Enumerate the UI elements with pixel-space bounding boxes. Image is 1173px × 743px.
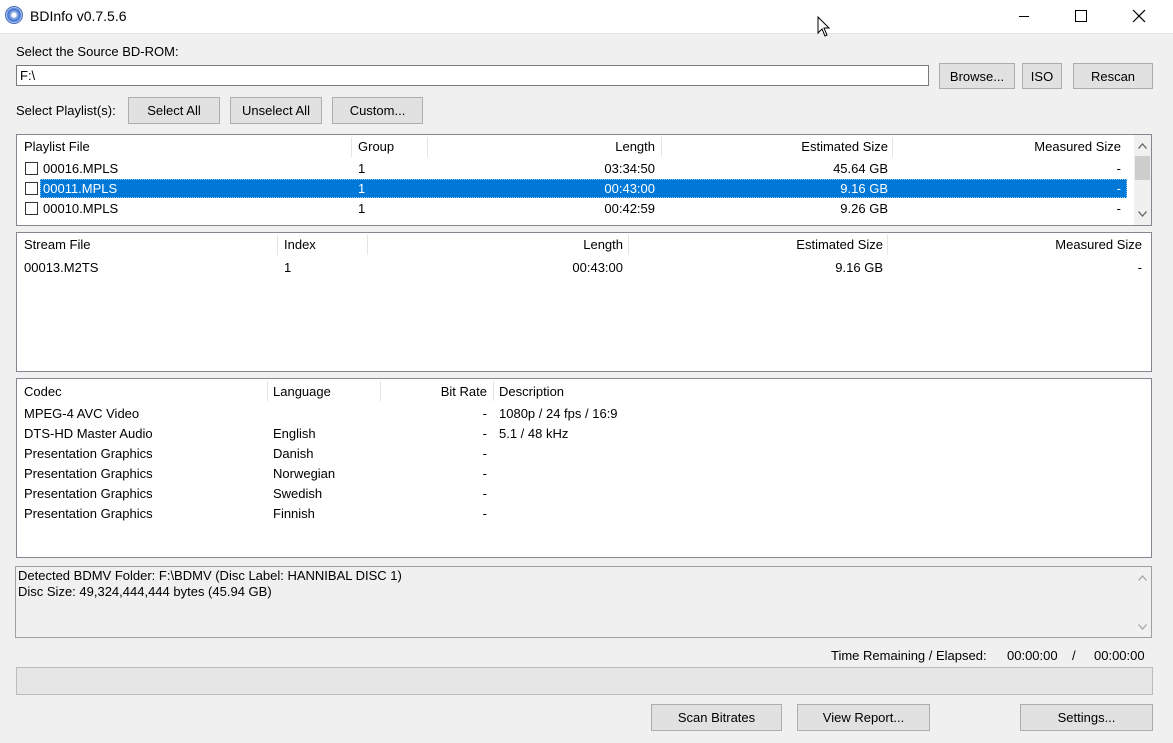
scroll-up-icon[interactable] (1134, 569, 1151, 586)
source-path-input[interactable]: F:\ (16, 65, 929, 86)
title-bar: BDInfo v0.7.5.6 (0, 0, 1173, 34)
window-title: BDInfo v0.7.5.6 (30, 8, 127, 24)
column-header-description[interactable]: Description (499, 380, 564, 404)
scan-bitrates-button[interactable]: Scan Bitrates (651, 704, 782, 731)
stream-file-cell: 00013.M2TS (24, 260, 99, 275)
measured-size-cell: - (1116, 201, 1121, 216)
estimated-size-cell: 45.64 GB (833, 161, 888, 176)
length-cell: 00:42:59 (604, 201, 655, 216)
source-label: Select the Source BD-ROM: (16, 44, 179, 59)
measured-size-cell: - (1116, 161, 1121, 176)
settings-button[interactable]: Settings... (1020, 704, 1153, 731)
index-cell: 1 (284, 260, 292, 275)
codec-cell: Presentation Graphics (24, 466, 153, 481)
time-label: Time Remaining / Elapsed: (831, 648, 987, 663)
info-text-area[interactable]: Detected BDMV Folder: F:\BDMV (Disc Labe… (15, 566, 1152, 638)
column-header-codec[interactable]: Codec (24, 380, 62, 404)
language-cell: Finnish (273, 506, 315, 521)
column-header-index[interactable]: Index (284, 233, 316, 257)
scroll-down-icon[interactable] (1134, 618, 1151, 635)
browse-button[interactable]: Browse... (939, 63, 1015, 89)
mouse-cursor-icon (817, 16, 831, 37)
bit-rate-cell: - (482, 486, 487, 501)
iso-button[interactable]: ISO (1022, 63, 1062, 89)
length-cell: 03:34:50 (604, 161, 655, 176)
stream-list[interactable]: Stream File Index Length Estimated Size … (16, 232, 1152, 372)
minimize-icon (1019, 16, 1029, 17)
column-header-bit-rate[interactable]: Bit Rate (387, 380, 487, 404)
scroll-up-icon[interactable] (1134, 137, 1151, 154)
time-elapsed-value: 00:00:00 (1094, 648, 1145, 663)
column-header-playlist-file[interactable]: Playlist File (24, 135, 90, 159)
language-cell: Swedish (273, 486, 323, 501)
close-icon (1132, 9, 1146, 23)
select-all-button[interactable]: Select All (128, 97, 220, 124)
disc-size-text: Disc Size: 49,324,444,444 bytes (45.94 G… (18, 584, 272, 599)
description-cell: 5.1 / 48 kHz (499, 426, 569, 441)
description-cell: 1080p / 24 fps / 16:9 (499, 406, 618, 421)
column-header-estimated-size[interactable]: Estimated Size (635, 233, 883, 257)
playlist-scrollbar[interactable] (1134, 135, 1151, 225)
scan-progress-bar (16, 667, 1153, 695)
detected-folder-text: Detected BDMV Folder: F:\BDMV (Disc Labe… (18, 568, 402, 583)
column-header-measured-size[interactable]: Measured Size (893, 233, 1142, 257)
scroll-thumb[interactable] (1135, 156, 1150, 180)
minimize-button[interactable] (995, 0, 1053, 32)
estimated-size-cell: 9.26 GB (840, 201, 888, 216)
maximize-button[interactable] (1052, 0, 1110, 32)
bit-rate-cell: - (482, 466, 487, 481)
codec-cell: Presentation Graphics (24, 486, 153, 501)
playlist-list[interactable]: Playlist File Group Length Estimated Siz… (16, 134, 1152, 226)
codec-list[interactable]: Codec Language Bit Rate Description MPEG… (16, 378, 1152, 558)
time-separator: / (1072, 648, 1076, 663)
playlist-file-cell: 00016.MPLS (43, 161, 119, 176)
playlist-file-cell: 00011.MPLS (43, 181, 118, 196)
select-playlists-label: Select Playlist(s): (16, 103, 116, 118)
rescan-button[interactable]: Rescan (1073, 63, 1153, 89)
scroll-down-icon[interactable] (1134, 205, 1151, 222)
length-cell: 00:43:00 (572, 260, 623, 275)
column-header-measured-size[interactable]: Measured Size (897, 135, 1121, 159)
bit-rate-cell: - (482, 406, 487, 421)
codec-cell: Presentation Graphics (24, 446, 153, 461)
time-remaining-value: 00:00:00 (1007, 648, 1058, 663)
language-cell: Norwegian (273, 466, 336, 481)
measured-size-cell: - (1116, 181, 1121, 196)
playlist-file-cell: 00010.MPLS (43, 201, 119, 216)
column-header-length[interactable]: Length (377, 233, 623, 257)
codec-cell: DTS-HD Master Audio (24, 426, 153, 441)
disc-icon (5, 6, 23, 24)
column-header-length[interactable]: Length (437, 135, 655, 159)
column-header-stream-file[interactable]: Stream File (24, 233, 90, 257)
row-checkbox[interactable] (25, 202, 38, 215)
column-header-estimated-size[interactable]: Estimated Size (667, 135, 888, 159)
unselect-all-button[interactable]: Unselect All (230, 97, 322, 124)
group-cell: 1 (358, 181, 366, 196)
measured-size-cell: - (1137, 260, 1142, 275)
row-checkbox[interactable] (25, 162, 38, 175)
maximize-icon (1075, 10, 1087, 22)
row-checkbox[interactable] (25, 182, 38, 195)
language-cell: Danish (273, 446, 314, 461)
estimated-size-cell: 9.16 GB (840, 181, 888, 196)
bit-rate-cell: - (482, 426, 487, 441)
bit-rate-cell: - (482, 446, 487, 461)
group-cell: 1 (358, 201, 366, 216)
column-header-group[interactable]: Group (358, 135, 394, 159)
codec-cell: MPEG-4 AVC Video (24, 406, 140, 421)
close-button[interactable] (1110, 0, 1168, 32)
column-header-language[interactable]: Language (273, 380, 331, 404)
view-report-button[interactable]: View Report... (797, 704, 930, 731)
language-cell: English (273, 426, 316, 441)
length-cell: 00:43:00 (604, 181, 655, 196)
group-cell: 1 (358, 161, 366, 176)
codec-cell: Presentation Graphics (24, 506, 153, 521)
estimated-size-cell: 9.16 GB (835, 260, 883, 275)
bit-rate-cell: - (482, 506, 487, 521)
info-scrollbar[interactable] (1134, 567, 1151, 637)
custom-button[interactable]: Custom... (332, 97, 423, 124)
